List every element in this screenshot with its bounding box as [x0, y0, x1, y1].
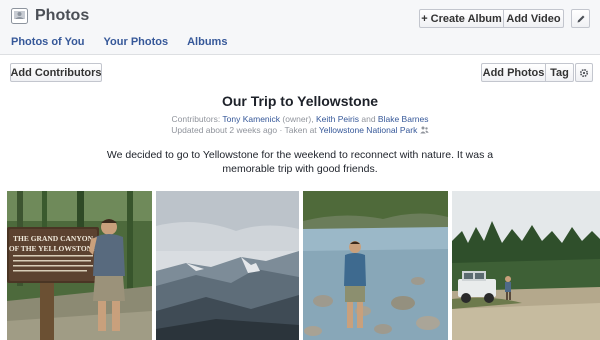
album-button-group: Add Photos Tag: [481, 63, 574, 82]
sign-text: OF THE YELLOWSTONE: [9, 244, 97, 253]
location-link[interactable]: Yellowstone National Park: [319, 125, 417, 135]
mountain-photo: [156, 191, 299, 340]
tab-your-photos[interactable]: Your Photos: [104, 36, 169, 48]
conjunction-text: and: [361, 114, 376, 124]
photo-thumbnail[interactable]: [303, 191, 448, 340]
page-title: Photos: [35, 7, 90, 24]
photo-thumbnail[interactable]: THE GRAND CANYON OF THE YELLOWSTONE: [7, 191, 152, 340]
pencil-icon: [577, 15, 584, 22]
album-settings-button[interactable]: [575, 63, 593, 82]
photo-thumbnail[interactable]: [156, 191, 299, 340]
photos-tabs: Photos of You Your Photos Albums: [11, 36, 246, 48]
jeep-photo: [452, 191, 600, 340]
album-description: We decided to go to Yellowstone for the …: [106, 149, 494, 175]
updated-text: Updated about 2 weeks ago · Taken at: [171, 125, 317, 135]
sign-photo: THE GRAND CANYON OF THE YELLOWSTONE: [7, 191, 152, 340]
create-album-button[interactable]: + Create Album: [419, 9, 504, 28]
header-button-group: + Create Album Add Video: [419, 9, 564, 28]
photos-icon: [11, 8, 28, 24]
sign-text: THE GRAND CANYON: [13, 234, 94, 243]
add-contributors-button[interactable]: Add Contributors: [10, 63, 102, 82]
owner-note: (owner),: [282, 114, 314, 124]
tag-button[interactable]: Tag: [546, 63, 574, 82]
contributor-link[interactable]: Tony Kamenick: [222, 114, 280, 124]
add-video-button[interactable]: Add Video: [504, 9, 564, 28]
tab-photos-of-you[interactable]: Photos of You: [11, 36, 85, 48]
album-updated: Updated about 2 weeks ago · Taken at Yel…: [0, 125, 600, 135]
gear-icon: [579, 68, 589, 77]
album-title: Our Trip to Yellowstone: [221, 93, 379, 109]
friends-icon[interactable]: [420, 126, 429, 134]
contributor-link[interactable]: Blake Barnes: [378, 114, 429, 124]
edit-button[interactable]: [571, 9, 590, 28]
photos-header: Photos + Create Album Add Video Photos o…: [0, 0, 600, 55]
tab-albums[interactable]: Albums: [187, 36, 227, 48]
contributors-label: Contributors:: [171, 114, 221, 124]
add-photos-button[interactable]: Add Photos: [481, 63, 546, 82]
photo-grid: THE GRAND CANYON OF THE YELLOWSTONE: [0, 191, 600, 340]
river-photo: [303, 191, 448, 340]
contributor-link[interactable]: Keith Peiris: [316, 114, 359, 124]
photo-thumbnail[interactable]: [452, 191, 600, 340]
album-contributors: Contributors: Tony Kamenick (owner), Kei…: [0, 114, 600, 124]
